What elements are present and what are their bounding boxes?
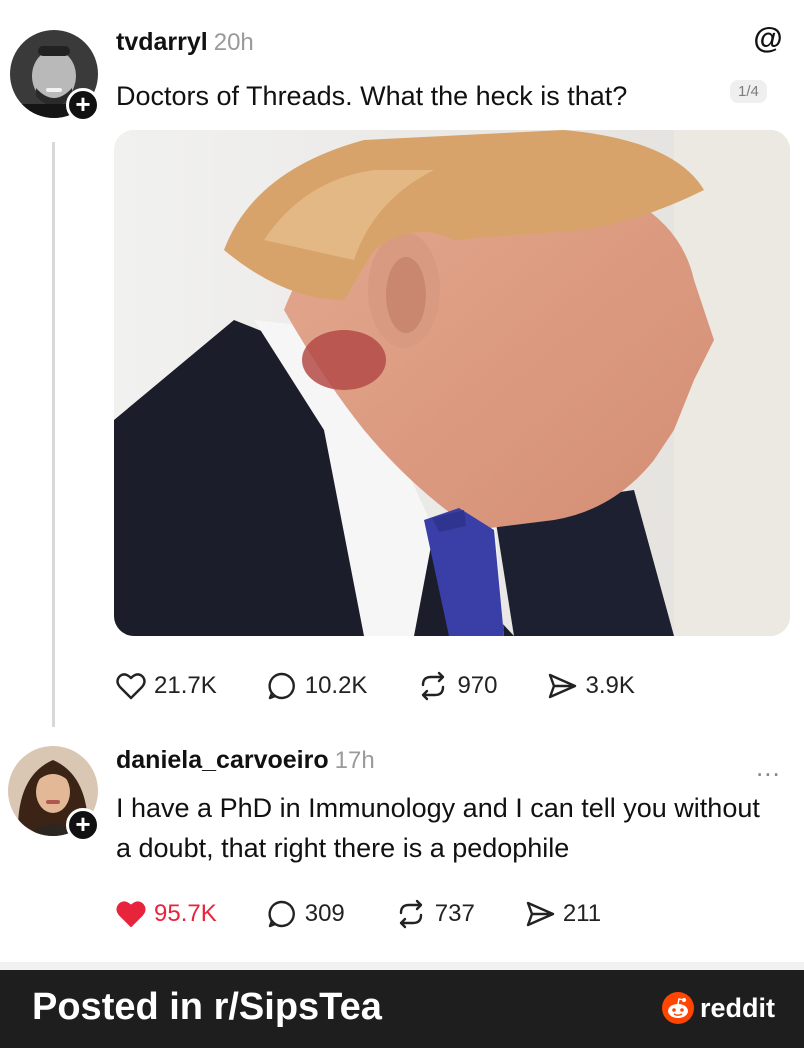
footer-caption: Posted in r/SipsTea: [32, 986, 382, 1028]
post-image[interactable]: [114, 130, 790, 636]
reddit-wordmark: reddit: [700, 992, 776, 1023]
share-button[interactable]: 3.9K: [547, 672, 635, 700]
heart-icon: [116, 901, 146, 927]
divider: [0, 962, 804, 970]
like-count: 21.7K: [154, 672, 217, 699]
post-author[interactable]: tvdarryl 20h: [116, 28, 254, 57]
footer-banner: Posted in r/SipsTea reddit: [0, 970, 804, 1048]
more-options-button[interactable]: ...: [756, 752, 781, 783]
follow-button[interactable]: +: [66, 88, 100, 122]
reply-reply-button[interactable]: 309: [267, 899, 345, 929]
repost-button[interactable]: 970: [417, 671, 497, 701]
reply-share-count: 211: [562, 900, 602, 927]
reply-actions: 95.7K 309 737 211: [116, 894, 651, 934]
repost-icon: [399, 899, 422, 929]
share-icon: [526, 901, 555, 927]
reply-like-count: 95.7K: [154, 900, 217, 927]
repost-icon: [422, 671, 445, 701]
reply-text: I have a PhD in Immunology and I can tel…: [116, 793, 760, 863]
threads-logo-icon: @: [750, 20, 786, 61]
reply-author[interactable]: daniela_carvoeiro 17h: [116, 746, 375, 775]
reply-reply-count: 309: [304, 900, 345, 927]
reply-button[interactable]: 10.2K: [267, 671, 368, 701]
share-icon: [549, 673, 577, 699]
reply-username[interactable]: daniela_carvoeiro: [116, 746, 329, 774]
thread-connector-line: [52, 142, 55, 727]
reply-repost-count: 737: [434, 900, 475, 927]
svg-text:@: @: [753, 22, 782, 55]
reply-follow-button[interactable]: +: [66, 808, 100, 842]
reply-share-button[interactable]: 211: [525, 900, 601, 928]
post-timestamp: 20h: [213, 29, 254, 56]
like-button[interactable]: 21.7K: [116, 672, 217, 700]
post-text: Doctors of Threads. What the heck is tha…: [116, 81, 628, 111]
reply-timestamp: 17h: [334, 747, 375, 774]
image-counter-badge: 1/4: [730, 80, 767, 103]
reply-like-button[interactable]: 95.7K: [116, 900, 217, 928]
repost-count: 970: [457, 672, 498, 699]
reply-repost-button[interactable]: 737: [395, 899, 475, 929]
heart-icon: [116, 673, 146, 700]
post-username[interactable]: tvdarryl: [116, 28, 208, 56]
share-count: 3.9K: [585, 672, 635, 699]
comment-bubble-icon: [268, 900, 295, 928]
comment-bubble-icon: [268, 672, 295, 700]
reply-count: 10.2K: [304, 672, 368, 699]
post-actions: 21.7K 10.2K 970 3.9K: [116, 666, 685, 706]
reddit-brand: reddit: [662, 992, 775, 1024]
reddit-alien-icon: [662, 992, 694, 1024]
